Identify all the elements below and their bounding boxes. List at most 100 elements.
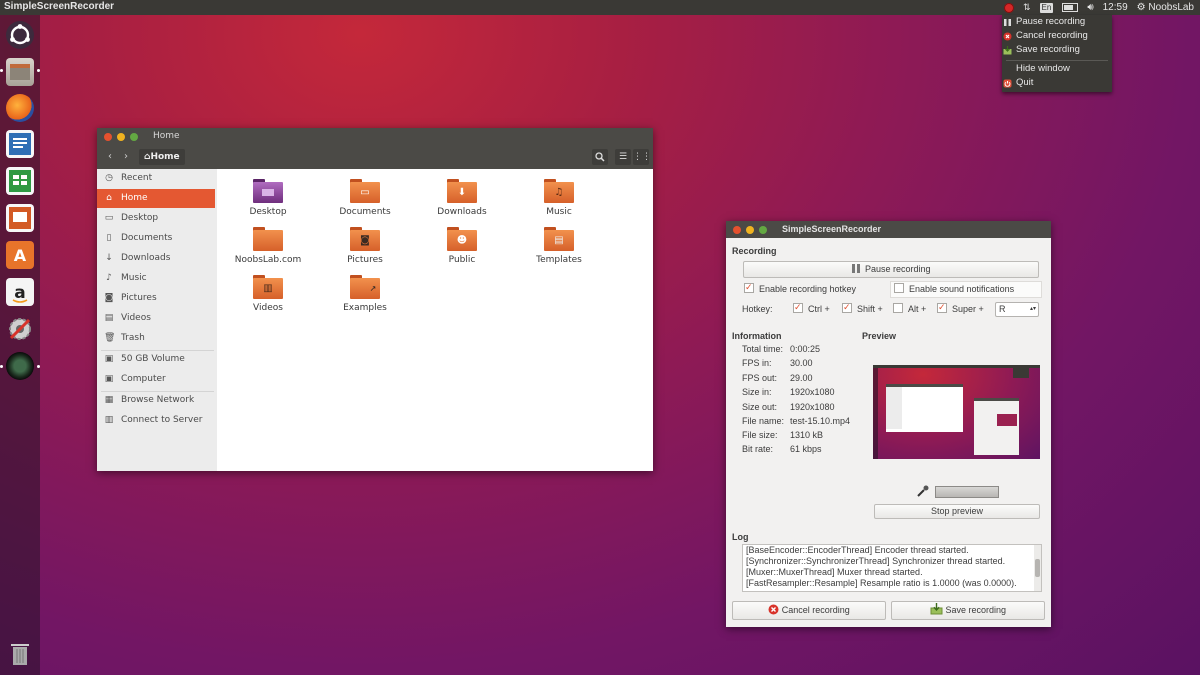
window-title: SimpleScreenRecorder: [782, 224, 882, 234]
sidebar-item-browse-network[interactable]: ▦ Browse Network: [97, 391, 215, 410]
videos-folder-icon: ▥: [253, 275, 283, 299]
file-manager-window: Home ‹ › ⌂Home ☰ ⋮⋮ ◷ Recent ⌂ Home ▭ Deskt…: [97, 128, 653, 471]
sidebar-item-trash[interactable]: 🗑︎ Trash: [97, 329, 215, 348]
back-icon[interactable]: ‹: [103, 150, 117, 164]
log-scrollbar[interactable]: [1034, 545, 1041, 591]
keyboard-layout-indicator[interactable]: En: [1039, 2, 1054, 13]
menu-item-hide-window[interactable]: Hide window: [1016, 63, 1070, 75]
super-checkbox[interactable]: Super +: [937, 301, 984, 315]
trash-icon[interactable]: [8, 640, 32, 666]
public-folder-icon: ☻: [447, 227, 477, 251]
active-app-title: SimpleScreenRecorder: [4, 1, 115, 12]
list-view-icon[interactable]: ☰: [615, 149, 631, 165]
menu-item-pause-recording[interactable]: Pause recording: [1004, 16, 1085, 28]
folder-public[interactable]: ☻ Public: [417, 227, 507, 265]
recording-preview: [873, 365, 1040, 459]
trash-icon: 🗑︎: [104, 333, 116, 343]
hotkey-key-select[interactable]: R ▴▾: [995, 302, 1039, 317]
folder-music[interactable]: ♫ Music: [514, 179, 604, 217]
writer-icon[interactable]: [6, 130, 34, 158]
folder-templates[interactable]: ▤ Templates: [514, 227, 604, 265]
sidebar-item-recent[interactable]: ◷ Recent: [97, 169, 215, 188]
enable-recording-hotkey-checkbox[interactable]: Enable recording hotkey: [744, 281, 856, 295]
save-recording-button[interactable]: Save recording: [891, 601, 1045, 620]
info-bit-rate: Bit rate: 61 kbps: [742, 444, 822, 454]
ubuntu-icon[interactable]: [6, 21, 34, 49]
info-total-time: Total time: 0:00:25: [742, 344, 821, 354]
user-menu[interactable]: ⚙ NoobsLab: [1137, 2, 1194, 13]
system-tray: ⇅ En 🔊︎ 12:59 ⚙ NoobsLab: [1003, 0, 1194, 15]
alt-checkbox[interactable]: Alt +: [893, 303, 926, 315]
settings-icon[interactable]: [6, 315, 34, 343]
cancel-recording-button[interactable]: Cancel recording: [732, 601, 886, 620]
battery-icon[interactable]: [1062, 3, 1079, 12]
folder-videos[interactable]: ▥ Videos: [223, 275, 313, 313]
drive-icon: ▣: [104, 354, 114, 364]
sidebar-item-desktop[interactable]: ▭ Desktop: [97, 209, 215, 228]
pause-icon: [851, 263, 862, 279]
maximize-icon[interactable]: [130, 133, 138, 141]
folder-examples[interactable]: ↗ Examples: [320, 275, 410, 313]
software-center-icon[interactable]: A: [6, 241, 34, 269]
info-size-out: Size out: 1920x1080: [742, 402, 835, 412]
minimize-icon[interactable]: [117, 133, 125, 141]
firefox-icon[interactable]: [6, 94, 34, 122]
recorder-tray-menu: Pause recording Cancel recording Save re…: [1002, 15, 1112, 92]
log-view[interactable]: [BaseEncoder::EncoderThread] Encoder thr…: [742, 544, 1042, 592]
forward-icon[interactable]: ›: [119, 150, 133, 164]
maximize-icon[interactable]: [759, 226, 767, 234]
close-icon[interactable]: [733, 226, 741, 234]
ctrl-checkbox[interactable]: Ctrl +: [793, 301, 830, 315]
calc-icon[interactable]: [6, 167, 34, 195]
svg-text:A: A: [14, 246, 27, 265]
sidebar-item-pictures[interactable]: ◙ Pictures: [97, 289, 215, 308]
pause-recording-button[interactable]: Pause recording: [743, 261, 1039, 278]
info-file-name: File name: test-15.10.mp4: [742, 416, 851, 426]
sidebar-item-home[interactable]: ⌂ Home: [97, 189, 215, 208]
folder-downloads[interactable]: ⬇ Downloads: [417, 179, 507, 217]
folder-noobslab[interactable]: NoobsLab.com: [223, 227, 313, 265]
sidebar-item-music[interactable]: ♪ Music: [97, 269, 215, 288]
preview-section-label: Preview: [862, 331, 897, 341]
file-manager-titlebar[interactable]: Home: [97, 128, 653, 146]
grid-view-icon[interactable]: ⋮⋮: [633, 149, 651, 165]
svg-text:a: a: [14, 283, 25, 303]
log-line: [Synchronizer::SynchronizerThread] Synch…: [746, 556, 1006, 566]
examples-folder-icon: ↗: [350, 275, 380, 299]
files-icon[interactable]: [6, 58, 34, 86]
save-icon: [1003, 46, 1012, 55]
ssr-titlebar[interactable]: SimpleScreenRecorder: [726, 221, 1051, 238]
search-icon[interactable]: [592, 149, 608, 165]
microphone-icon: [916, 485, 930, 499]
recording-indicator-icon[interactable]: [1003, 2, 1014, 13]
sidebar-item-videos[interactable]: ▤ Videos: [97, 309, 215, 328]
folder-pictures[interactable]: ◙ Pictures: [320, 227, 410, 265]
volume-icon[interactable]: 🔊︎: [1087, 2, 1093, 13]
pictures-folder-icon: ◙: [350, 227, 380, 251]
folder-documents[interactable]: ▭ Documents: [320, 179, 410, 217]
camera-icon[interactable]: [6, 352, 34, 380]
sidebar-item-50gb-volume[interactable]: ▣ 50 GB Volume: [97, 350, 215, 369]
shift-checkbox[interactable]: Shift +: [842, 301, 883, 315]
folder-desktop[interactable]: Desktop: [223, 179, 313, 217]
menu-item-cancel-recording[interactable]: Cancel recording: [1003, 30, 1088, 42]
network-icon[interactable]: ⇅: [1023, 2, 1031, 13]
amazon-icon[interactable]: a: [6, 278, 34, 306]
server-icon: ▥: [104, 415, 114, 425]
breadcrumb[interactable]: ⌂Home: [139, 149, 185, 165]
sidebar-item-connect-to-server[interactable]: ▥ Connect to Server: [97, 411, 215, 430]
sidebar-item-downloads[interactable]: ↓ Downloads: [97, 249, 215, 268]
menu-item-quit[interactable]: Quit: [1003, 77, 1033, 89]
info-fps-in: FPS in: 30.00: [742, 358, 813, 368]
menu-item-save-recording[interactable]: Save recording: [1003, 44, 1080, 56]
sidebar-item-computer[interactable]: ▣ Computer: [97, 370, 215, 389]
music-folder-icon: ♫: [544, 179, 574, 203]
minimize-icon[interactable]: [746, 226, 754, 234]
sidebar-item-documents[interactable]: ▯ Documents: [97, 229, 215, 248]
close-icon[interactable]: [104, 133, 112, 141]
clock[interactable]: 12:59: [1103, 2, 1128, 13]
stop-preview-button[interactable]: Stop preview: [874, 504, 1040, 519]
impress-icon[interactable]: [6, 204, 34, 232]
enable-sound-notifications-checkbox[interactable]: Enable sound notifications: [894, 283, 1014, 295]
cancel-icon: [1003, 32, 1012, 41]
